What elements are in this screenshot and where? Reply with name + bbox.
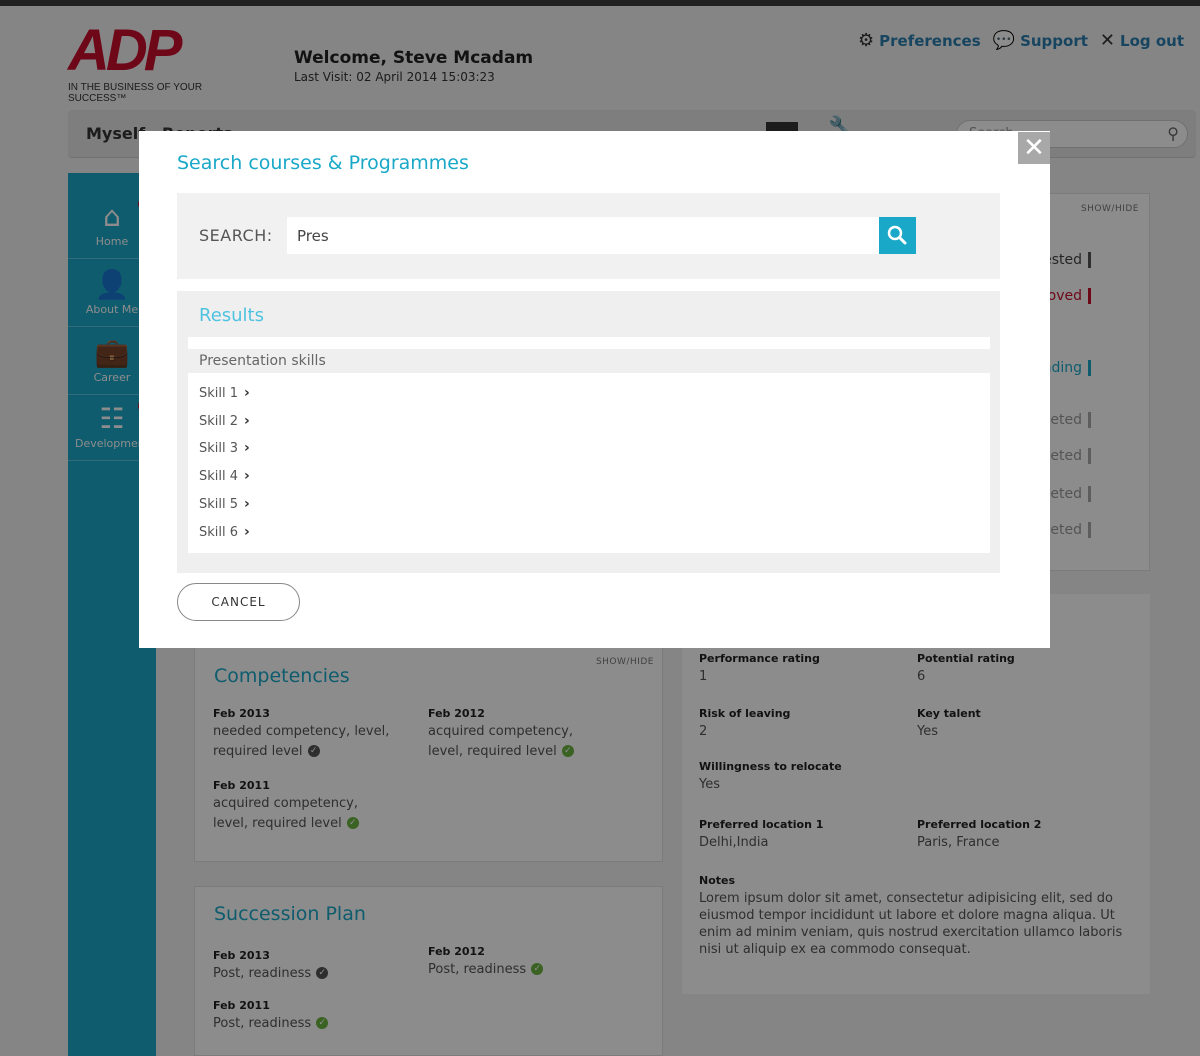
results-title: Results [199,305,264,326]
result-item-skill-1[interactable]: Skill 1 › [199,385,250,401]
result-item-skill-4[interactable]: Skill 4 › [199,468,250,484]
chevron-right-icon: › [244,468,250,484]
result-item-skill-3[interactable]: Skill 3 › [199,440,250,456]
result-label: Skill 2 [199,413,239,429]
result-item-skill-6[interactable]: Skill 6 › [199,524,250,540]
chevron-right-icon: › [244,524,250,540]
search-label: SEARCH: [199,226,273,245]
result-label: Skill 6 [199,524,239,540]
result-label: Skill 4 [199,468,239,484]
result-label: Skill 3 [199,440,239,456]
cancel-button[interactable]: CANCEL [177,583,300,621]
result-item-skill-2[interactable]: Skill 2 › [199,413,250,429]
results-list: Skill 1 › Skill 2 › Skill 3 › Skill 4 › … [188,373,990,553]
search-courses-modal: Search courses & Programmes ✕ SEARCH: Re… [139,131,1050,648]
results-group-title: Presentation skills [199,353,326,369]
search-box: SEARCH: [177,193,1000,279]
result-label: Skill 1 [199,385,239,401]
chevron-right-icon: › [244,385,250,401]
search-input[interactable] [287,217,879,254]
search-icon [887,225,907,245]
chevron-right-icon: › [244,496,250,512]
chevron-right-icon: › [244,413,250,429]
result-label: Skill 5 [199,496,239,512]
modal-title: Search courses & Programmes [177,152,469,174]
close-button[interactable]: ✕ [1018,132,1050,164]
results-divider [188,337,990,349]
search-button[interactable] [879,217,916,254]
result-item-skill-5[interactable]: Skill 5 › [199,496,250,512]
results-box: Results Presentation skills Skill 1 › Sk… [177,291,1000,573]
chevron-right-icon: › [244,440,250,456]
